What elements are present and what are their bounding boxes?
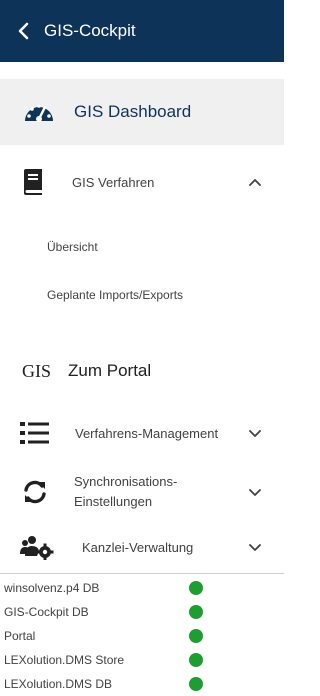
status-row: LEXolution.DMS DB — [0, 672, 284, 696]
nav-subitem-geplante-imports-exports[interactable]: Geplante Imports/Exports — [47, 288, 183, 302]
sync-label-line1: Synchronisations- — [74, 474, 178, 489]
nav-item-verfahren[interactable]: GIS Verfahren — [0, 152, 284, 212]
chevron-down-icon[interactable] — [248, 487, 262, 497]
app-title: GIS-Cockpit — [44, 21, 136, 40]
status-divider — [0, 573, 284, 574]
app-header: GIS-Cockpit — [0, 0, 284, 62]
status-row: Portal — [0, 624, 284, 648]
nav-subitem-uebersicht[interactable]: Übersicht — [47, 240, 98, 254]
status-name: LEXolution.DMS Store — [4, 653, 125, 667]
status-name: LEXolution.DMS DB — [4, 677, 113, 691]
sync-icon — [24, 480, 46, 504]
list-icon — [20, 422, 49, 444]
nav-item-verfahrens-management[interactable]: Verfahrens-Management — [0, 408, 284, 458]
status-ok-indicator — [189, 653, 203, 667]
status-ok-indicator — [189, 605, 203, 619]
users-cog-icon — [20, 536, 54, 560]
nav-item-verfahren-label: GIS Verfahren — [72, 174, 155, 190]
book-icon — [24, 169, 42, 195]
speedometer-icon — [25, 104, 53, 122]
status-name: GIS-Cockpit DB — [4, 605, 89, 619]
nav-item-kanzlei-verwaltung-label: Kanzlei-Verwaltung — [82, 539, 194, 555]
nav-item-synchronisations-einstellungen[interactable]: Synchronisations- Einstellungen — [0, 462, 284, 522]
status-ok-indicator — [189, 677, 203, 691]
nav-item-dashboard-label: GIS Dashboard — [74, 102, 192, 121]
status-ok-indicator — [189, 629, 203, 643]
nav-item-portal-label: Zum Portal — [68, 361, 152, 380]
status-row: winsolvenz.p4 DB — [0, 576, 284, 600]
back-chevron-icon[interactable] — [14, 21, 34, 41]
nav-item-dashboard[interactable]: GIS Dashboard — [0, 79, 284, 145]
nav-item-kanzlei-verwaltung[interactable]: Kanzlei-Verwaltung — [0, 525, 284, 569]
nav-item-portal[interactable]: GIS Zum Portal — [0, 351, 284, 391]
status-row: GIS-Cockpit DB — [0, 600, 284, 624]
header-spacer — [0, 62, 284, 76]
status-ok-indicator — [189, 581, 203, 595]
status-row: LEXolution.DMS Store — [0, 648, 284, 672]
status-name: winsolvenz.p4 DB — [4, 581, 100, 595]
chevron-down-icon[interactable] — [248, 428, 262, 438]
gis-logo-icon: GIS — [22, 360, 52, 381]
service-status-list: winsolvenz.p4 DB GIS-Cockpit DB Portal L… — [0, 576, 284, 696]
sync-label-line2: Einstellungen — [74, 494, 153, 509]
status-name: Portal — [4, 629, 36, 643]
nav-item-synchronisations-einstellungen-label: Synchronisations- Einstellungen — [74, 472, 177, 512]
nav-item-verfahrens-management-label: Verfahrens-Management — [75, 425, 219, 441]
chevron-down-icon[interactable] — [248, 542, 262, 552]
chevron-up-icon[interactable] — [248, 177, 262, 187]
